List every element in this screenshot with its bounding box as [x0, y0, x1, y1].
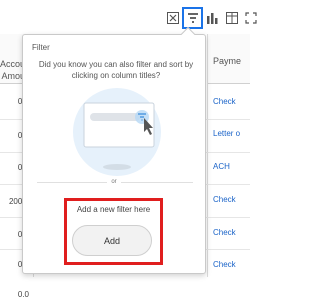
popover-caret — [180, 26, 196, 42]
amount-cell: 0.0 — [17, 290, 29, 299]
payment-link[interactable]: Check — [213, 228, 236, 237]
payment-link[interactable]: Check — [213, 97, 236, 106]
payment-link[interactable]: ACH — [213, 162, 230, 171]
payment-link[interactable]: Check — [213, 195, 236, 204]
filter-popover: Filter Did you know you can also filter … — [22, 26, 206, 274]
separator-or: or — [107, 177, 121, 188]
clear-filter-icon[interactable] — [165, 10, 180, 26]
payment-link[interactable]: Letter o — [213, 129, 240, 138]
fullscreen-icon[interactable] — [243, 10, 258, 26]
add-filter-highlight: Add a new filter here Add — [64, 198, 163, 265]
filter-hint-text: Did you know you can also filter and sor… — [38, 60, 194, 80]
popover-title: Filter — [32, 43, 50, 52]
column-header-payment[interactable]: Payme — [207, 34, 250, 84]
add-filter-button[interactable]: Add — [72, 225, 152, 256]
chart-icon[interactable] — [205, 10, 220, 26]
column-header-label: Payme — [213, 56, 242, 66]
add-filter-prompt: Add a new filter here — [76, 205, 151, 214]
grid-toolbar — [165, 7, 258, 29]
column-layout-icon[interactable] — [224, 10, 239, 26]
column-divider — [207, 34, 208, 277]
filter-icon[interactable] — [182, 7, 203, 29]
filter-illustration — [72, 87, 162, 177]
payment-link[interactable]: Check — [213, 260, 236, 269]
